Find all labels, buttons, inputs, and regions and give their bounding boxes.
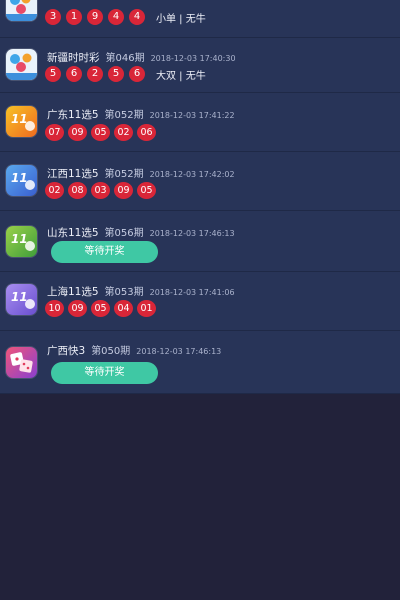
lottery-name: 新疆时时彩	[47, 52, 100, 64]
number-ball: 10	[45, 300, 64, 317]
draw-time: 2018-12-03 17:40:30	[150, 54, 236, 63]
number-ball: 2	[87, 66, 103, 82]
result-numbers: 3 1 9 4 4 小单 | 无牛	[45, 9, 206, 25]
result-numbers: 5 6 2 5 6 大双 | 无牛	[45, 66, 206, 82]
lottery-name: 广东11选5	[47, 109, 99, 121]
lottery-name: 广西快3	[47, 345, 86, 357]
number-ball: 09	[114, 182, 133, 199]
eleven-five-icon: 11	[6, 165, 37, 196]
lottery-ball-icon	[6, 0, 37, 21]
list-item-guangxi-k3[interactable]: 广西快3 第050期 2018-12-03 17:46:13 等待开奖	[0, 331, 400, 394]
result-numbers: 07 09 05 02 06	[45, 124, 156, 141]
svg-text:11: 11	[11, 232, 28, 246]
svg-text:11: 11	[11, 171, 28, 185]
issue-number: 第050期	[91, 346, 131, 357]
result-numbers: 02 08 03 09 05	[45, 182, 156, 199]
result-summary: 小单 | 无牛	[156, 13, 206, 25]
number-ball: 03	[91, 182, 110, 199]
result-numbers: 10 09 05 04 01	[45, 300, 156, 317]
number-ball: 09	[68, 124, 87, 141]
item-header: 上海11选5 第053期 2018-12-03 17:41:06	[47, 280, 235, 299]
svg-text:11: 11	[11, 112, 28, 126]
number-ball: 09	[68, 300, 87, 317]
item-header: 江西11选5 第052期 2018-12-03 17:42:02	[47, 162, 235, 181]
number-ball: 3	[45, 9, 61, 25]
number-ball: 02	[114, 124, 133, 141]
issue-number: 第046期	[105, 53, 145, 64]
eleven-five-icon: 11	[6, 226, 37, 257]
draw-time: 2018-12-03 17:42:02	[149, 170, 235, 179]
item-header: 广西快3 第050期 2018-12-03 17:46:13	[47, 339, 221, 358]
issue-number: 第056期	[104, 228, 144, 239]
number-ball: 05	[137, 182, 156, 199]
waiting-draw-button[interactable]: 等待开奖	[51, 362, 158, 384]
list-item-jiangxi-11x5[interactable]: 11 江西11选5 第052期 2018-12-03 17:42:02 02 08 …	[0, 152, 400, 211]
number-ball: 06	[137, 124, 156, 141]
item-header: 新疆时时彩 第046期 2018-12-03 17:40:30	[47, 46, 236, 65]
list-item-guangdong-11x5[interactable]: 11 广东11选5 第052期 2018-12-03 17:41:22 07 09 …	[0, 93, 400, 152]
number-ball: 6	[129, 66, 145, 82]
svg-text:11: 11	[11, 290, 28, 304]
number-ball: 04	[114, 300, 133, 317]
dice-icon	[6, 347, 37, 378]
number-ball: 6	[66, 66, 82, 82]
draw-time: 2018-12-03 17:46:13	[136, 347, 222, 356]
item-header: 山东11选5 第056期 2018-12-03 17:46:13	[47, 221, 235, 240]
number-ball: 1	[66, 9, 82, 25]
waiting-draw-button[interactable]: 等待开奖	[51, 241, 158, 263]
number-ball: 02	[45, 182, 64, 199]
list-item-shandong-11x5[interactable]: 11 山东11选5 第056期 2018-12-03 17:46:13 等待开奖	[0, 211, 400, 272]
lottery-ball-icon	[6, 49, 37, 80]
draw-time: 2018-12-03 17:41:06	[149, 288, 235, 297]
number-ball: 4	[129, 9, 145, 25]
item-header: 广东11选5 第052期 2018-12-03 17:41:22	[47, 103, 235, 122]
draw-time: 2018-12-03 17:46:13	[149, 229, 235, 238]
list-item-partial[interactable]: 3 1 9 4 4 小单 | 无牛	[0, 0, 400, 38]
lottery-results-page: 3 1 9 4 4 小单 | 无牛 新疆时时彩 第046期 2018-12-03…	[0, 0, 400, 600]
lottery-list: 3 1 9 4 4 小单 | 无牛 新疆时时彩 第046期 2018-12-03…	[0, 0, 400, 394]
lottery-name: 江西11选5	[47, 168, 99, 180]
list-item-shanghai-11x5[interactable]: 11 上海11选5 第053期 2018-12-03 17:41:06 10 09 …	[0, 272, 400, 331]
number-ball: 4	[108, 9, 124, 25]
number-ball: 08	[68, 182, 87, 199]
eleven-five-icon: 11	[6, 284, 37, 315]
result-summary: 大双 | 无牛	[156, 70, 206, 82]
lottery-name: 山东11选5	[47, 227, 99, 239]
number-ball: 01	[137, 300, 156, 317]
issue-number: 第052期	[104, 110, 144, 121]
number-ball: 5	[45, 66, 61, 82]
number-ball: 9	[87, 9, 103, 25]
number-ball: 5	[108, 66, 124, 82]
number-ball: 07	[45, 124, 64, 141]
lottery-name: 上海11选5	[47, 286, 99, 298]
issue-number: 第053期	[104, 287, 144, 298]
draw-time: 2018-12-03 17:41:22	[149, 111, 235, 120]
eleven-five-icon: 11	[6, 106, 37, 137]
issue-number: 第052期	[104, 169, 144, 180]
number-ball: 05	[91, 300, 110, 317]
number-ball: 05	[91, 124, 110, 141]
list-item-xinjiang-ssc[interactable]: 新疆时时彩 第046期 2018-12-03 17:40:30 5 6 2 5 6 …	[0, 38, 400, 93]
